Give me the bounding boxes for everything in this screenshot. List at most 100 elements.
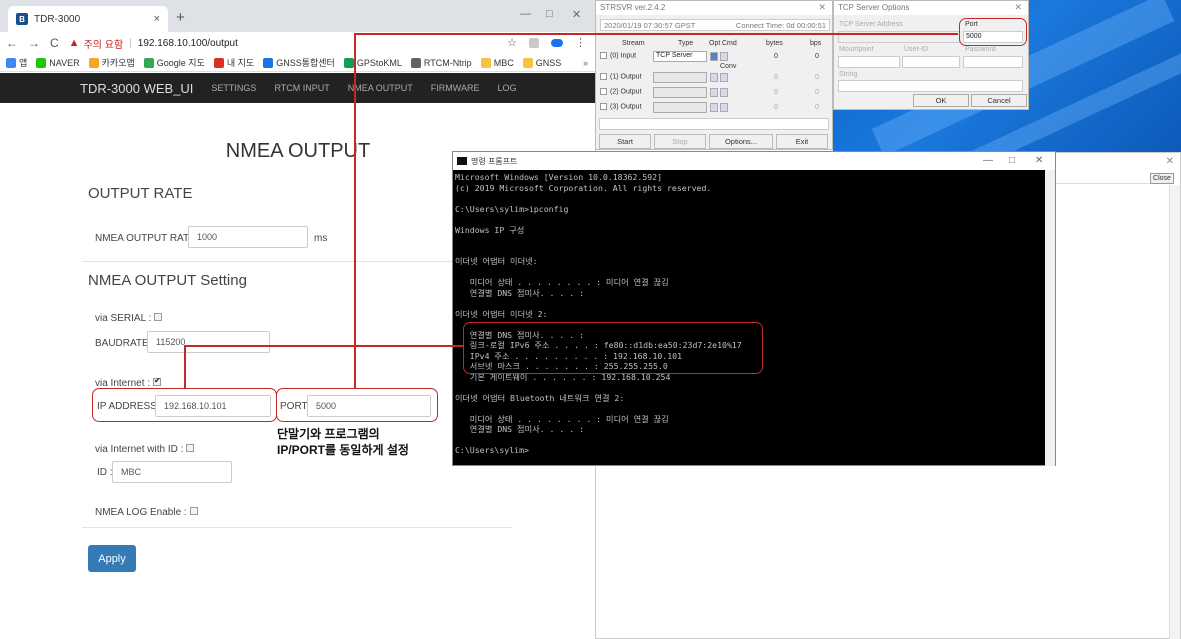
nav-log[interactable]: LOG: [497, 83, 516, 93]
nav-nmea-output[interactable]: NMEA OUTPUT: [348, 83, 413, 93]
output-1-select[interactable]: [653, 72, 707, 83]
opt-button[interactable]: [710, 52, 718, 61]
close-icon[interactable]: ✕: [818, 2, 826, 13]
options-button[interactable]: Options...: [709, 134, 773, 149]
mountpoint-select[interactable]: [838, 56, 900, 68]
close-icon[interactable]: ✕: [1166, 156, 1174, 167]
via-internet-id-checkbox[interactable]: [186, 444, 195, 453]
bookmark-label: GNSS: [535, 57, 562, 68]
tcp-title: TCP Server Options: [838, 3, 910, 12]
bookmark-item[interactable]: GNSS통합센터: [263, 56, 335, 69]
security-status[interactable]: 주의 요함: [84, 36, 124, 51]
output-2-select[interactable]: [653, 87, 707, 98]
output-3-checkbox[interactable]: [600, 103, 607, 110]
nav-settings[interactable]: SETTINGS: [211, 83, 256, 93]
output-2-opt[interactable]: [710, 88, 718, 97]
bookmark-label: RTCM-Ntrip: [423, 57, 472, 68]
cloud-icon[interactable]: [551, 39, 563, 47]
userid-label: User-ID: [904, 46, 929, 53]
password-input[interactable]: [963, 56, 1023, 68]
close-button[interactable]: Close: [1150, 173, 1174, 184]
input-type-select[interactable]: TCP Server: [653, 51, 707, 62]
maximize-button[interactable]: □: [546, 8, 553, 20]
cancel-button[interactable]: Cancel: [971, 94, 1027, 107]
bookmark-item[interactable]: NAVER: [36, 57, 80, 68]
ok-button[interactable]: OK: [913, 94, 969, 107]
browser-tab[interactable]: B TDR-3000 ×: [8, 6, 168, 32]
output-rate-heading: OUTPUT RATE: [88, 185, 193, 202]
output-3-select[interactable]: [653, 102, 707, 113]
bookmark-star-icon[interactable]: ☆: [507, 36, 517, 49]
string-input[interactable]: [838, 80, 1023, 92]
output-3-text: (3) Output: [610, 103, 642, 111]
output-2-text: (2) Output: [610, 88, 642, 96]
url-input[interactable]: 192.168.10.100/output: [138, 38, 238, 49]
bookmark-label: GNSS통합센터: [276, 58, 335, 68]
bookmarks-more-icon[interactable]: »: [583, 58, 588, 68]
output-3-conv[interactable]: [720, 103, 728, 112]
nmea-output-rate-input[interactable]: 1000: [188, 226, 308, 248]
scrollbar[interactable]: [1169, 185, 1180, 639]
tab-title: TDR-3000: [34, 13, 81, 25]
forward-icon[interactable]: →: [28, 36, 40, 50]
bookmark-item[interactable]: 내 지도: [213, 56, 254, 69]
scrollbar[interactable]: [1045, 170, 1055, 466]
minimize-button[interactable]: —: [520, 8, 531, 20]
close-icon[interactable]: ✕: [1014, 2, 1022, 13]
close-button[interactable]: ✕: [572, 8, 581, 21]
mountpoint-label: Mountpoint: [839, 46, 874, 53]
terminal-line: 연결별 DNS 접미사. . . . :: [455, 287, 584, 298]
connect-time-label: Connect Time:: [735, 21, 785, 30]
new-tab-button[interactable]: +: [176, 9, 185, 26]
bookmark-label: GPStoKML: [356, 57, 402, 68]
warning-icon[interactable]: ▲: [69, 37, 80, 49]
port-highlight-box: [959, 18, 1027, 46]
exit-button[interactable]: Exit: [776, 134, 828, 149]
gpst-time: 2020/01/19 07:30:57 GPST: [604, 21, 696, 30]
minimize-button[interactable]: —: [983, 155, 993, 166]
userid-input[interactable]: [902, 56, 960, 68]
bookmark-item[interactable]: 카카오맵: [88, 56, 135, 69]
ip-highlight-box: [92, 388, 277, 422]
reload-icon[interactable]: C: [50, 36, 59, 50]
gnss-center-icon: [263, 57, 274, 68]
apply-button[interactable]: Apply: [88, 545, 136, 572]
close-button[interactable]: ✕: [1035, 155, 1043, 166]
extension-icon[interactable]: [529, 38, 539, 48]
bookmark-item[interactable]: Google 지도: [143, 56, 205, 69]
output-1-label: (1) Output: [600, 73, 642, 80]
stop-button[interactable]: Stop: [654, 134, 706, 149]
start-button[interactable]: Start: [599, 134, 651, 149]
nmea-log-checkbox[interactable]: [189, 507, 198, 516]
output-2-conv[interactable]: [720, 88, 728, 97]
bookmark-item[interactable]: 앱: [6, 56, 27, 69]
nav-firmware[interactable]: FIRMWARE: [431, 83, 480, 93]
app-brand[interactable]: TDR-3000 WEB_UI: [80, 81, 193, 96]
ipv4-highlight-box: [463, 322, 763, 374]
input-checkbox[interactable]: [600, 52, 607, 59]
via-internet-checkbox[interactable]: [153, 376, 162, 387]
tab-close-icon[interactable]: ×: [154, 13, 160, 25]
output-1-conv[interactable]: [720, 73, 728, 82]
id-input[interactable]: MBC: [112, 461, 232, 483]
output-3-opt[interactable]: [710, 103, 718, 112]
menu-icon[interactable]: ⋮: [575, 36, 586, 49]
output-1-checkbox[interactable]: [600, 73, 607, 80]
via-internet-id-label: via Internet with ID :: [95, 444, 184, 455]
terminal-output[interactable]: Microsoft Windows [Version 10.0.18362.59…: [455, 172, 1043, 464]
col-type: Type: [678, 40, 694, 47]
output-1-opt[interactable]: [710, 73, 718, 82]
back-icon[interactable]: ←: [6, 36, 18, 50]
bookmark-item[interactable]: RTCM-Ntrip: [410, 57, 472, 68]
cmd-button[interactable]: [720, 52, 728, 61]
nav-rtcm-input[interactable]: RTCM INPUT: [274, 83, 329, 93]
baudrate-input[interactable]: 115200: [147, 331, 270, 353]
via-serial-checkbox[interactable]: [154, 313, 163, 322]
bookmark-item[interactable]: GNSS: [522, 57, 562, 68]
output-2-checkbox[interactable]: [600, 88, 607, 95]
bookmark-item[interactable]: MBC: [480, 57, 514, 68]
bookmark-item[interactable]: GPStoKML: [343, 57, 402, 68]
maximize-button[interactable]: □: [1009, 155, 1015, 166]
